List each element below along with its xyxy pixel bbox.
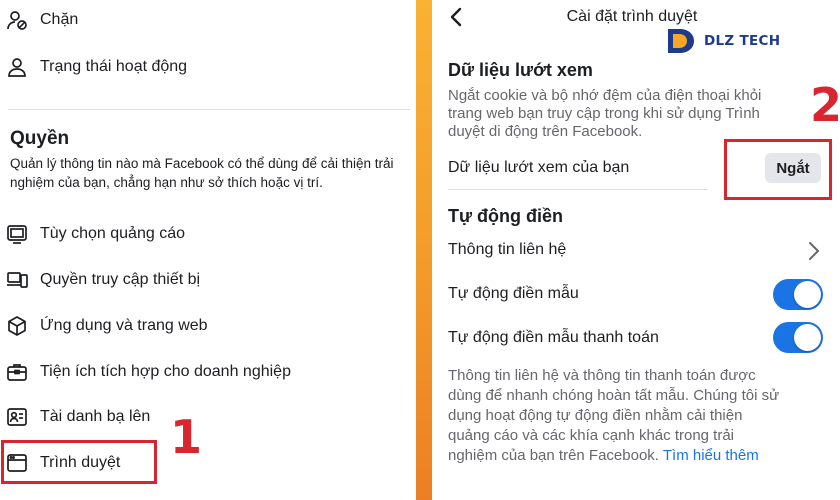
- menu-item-label: Tài danh bạ lên: [40, 408, 151, 425]
- menu-item-upload-contacts[interactable]: Tài danh bạ lên: [6, 402, 150, 432]
- menu-item-label: Quyền truy cập thiết bị: [40, 271, 201, 288]
- browser-highlight-box: [1, 440, 157, 484]
- autofill-payment-label: Tự động điền mẫu thanh toán: [448, 329, 659, 346]
- blocked-user-icon: [6, 9, 28, 31]
- step-number-1: 1: [170, 410, 203, 464]
- menu-item-label: Trạng thái hoạt động: [40, 58, 188, 75]
- autofill-description: Thông tin liên hệ và thông tin thanh toá…: [448, 367, 780, 464]
- menu-item-ad-preferences[interactable]: Tùy chọn quảng cáo: [6, 219, 185, 249]
- clear-button-highlight-box: [724, 139, 832, 200]
- chevron-right-icon: [809, 242, 819, 260]
- menu-item-device-access[interactable]: Quyền truy cập thiết bị: [6, 265, 200, 295]
- dlz-logo-icon: [668, 29, 694, 53]
- menu-item-block[interactable]: Chặn: [6, 5, 78, 35]
- menu-item-label: Tùy chọn quảng cáo: [40, 225, 185, 242]
- left-settings-panel: Chặn Trạng thái hoạt động Quyền Quản lý …: [0, 0, 416, 500]
- contact-info-row[interactable]: Thông tin liên hệ: [448, 241, 566, 259]
- step-number-2: 2: [810, 78, 840, 132]
- section-divider: [448, 189, 708, 190]
- apps-websites-icon: [6, 315, 28, 337]
- menu-item-activity-status[interactable]: Trạng thái hoạt động: [6, 52, 187, 82]
- brand-logo: DLZ TECH: [664, 24, 800, 58]
- browser-settings-panel: Cài đặt trình duyệt DLZ TECH Dữ liệu lướ…: [432, 0, 840, 500]
- menu-item-business-integrations[interactable]: Tiện ích tích hợp cho doanh nghiệp: [6, 357, 291, 387]
- autofill-title: Tự động điền: [448, 206, 564, 226]
- ad-preferences-icon: [6, 223, 28, 245]
- menu-item-label: Ứng dụng và trang web: [40, 317, 208, 334]
- section-divider: [8, 109, 410, 110]
- learn-more-link[interactable]: Tìm hiểu thêm: [663, 447, 759, 464]
- permissions-section-description: Quản lý thông tin nào mà Facebook có thể…: [10, 156, 394, 190]
- user-status-icon: [6, 56, 28, 78]
- permissions-section-title: Quyền: [10, 128, 70, 149]
- autofill-forms-label: Tự động điền mẫu: [448, 285, 579, 302]
- logo-text: DLZ TECH: [704, 33, 781, 49]
- device-access-icon: [6, 269, 28, 291]
- toggle-knob: [794, 281, 821, 308]
- browsing-data-description: Ngắt cookie và bộ nhớ đệm của điện thoại…: [448, 87, 762, 140]
- autofill-forms-toggle[interactable]: [773, 279, 823, 310]
- contacts-upload-icon: [6, 406, 28, 428]
- toggle-knob: [794, 324, 821, 351]
- browsing-data-title: Dữ liệu lướt xem: [448, 60, 593, 80]
- autofill-payment-toggle[interactable]: [773, 322, 823, 353]
- business-integrations-icon: [6, 361, 28, 383]
- menu-item-apps-websites[interactable]: Ứng dụng và trang web: [6, 311, 208, 341]
- menu-item-label: Chặn: [40, 11, 79, 28]
- menu-item-label: Tiện ích tích hợp cho doanh nghiệp: [40, 363, 291, 380]
- browsing-data-row-label: Dữ liệu lướt xem của bạn: [448, 159, 630, 176]
